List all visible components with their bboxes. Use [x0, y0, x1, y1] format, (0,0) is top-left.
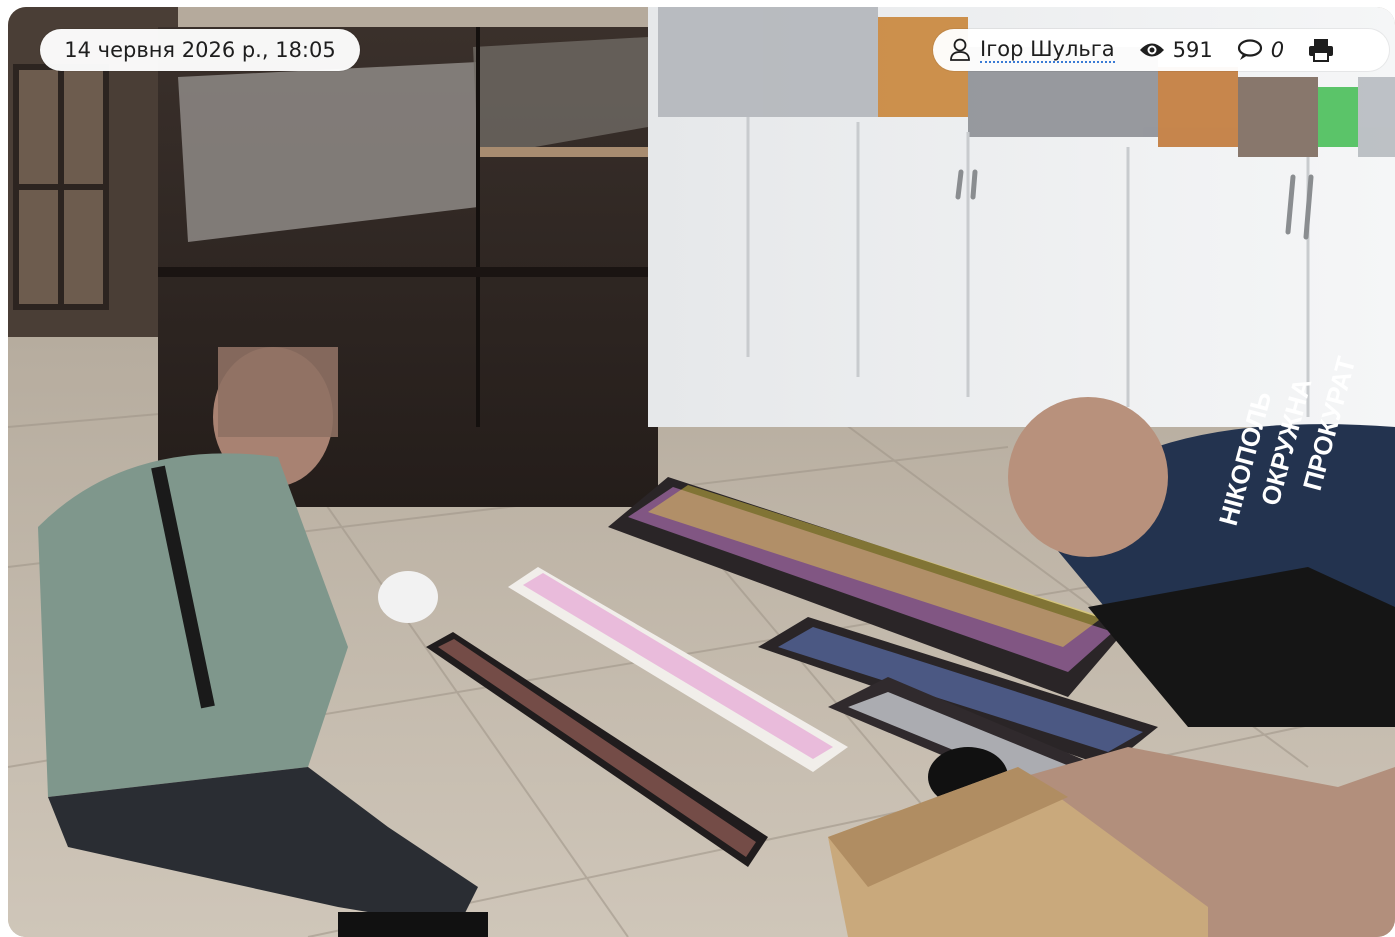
author-block: Ігор Шульга: [949, 37, 1115, 63]
post-meta-bar: Ігор Шульга 591 0: [933, 29, 1389, 71]
post-date: 14 червня 2026 р., 18:05: [64, 38, 336, 62]
print-icon[interactable]: [1308, 38, 1334, 62]
author-link[interactable]: Ігор Шульга: [980, 37, 1115, 63]
photo-scene: НІКОПОЛЬ ОКРУЖНА ПРОКУРАТ: [8, 7, 1395, 937]
article-photo: НІКОПОЛЬ ОКРУЖНА ПРОКУРАТ 14 червня 2026…: [8, 7, 1395, 937]
views-count: 591: [1172, 38, 1213, 62]
comment-icon: [1237, 39, 1263, 61]
user-icon: [949, 38, 971, 62]
eye-icon: [1139, 41, 1165, 59]
comments-block[interactable]: 0: [1237, 38, 1284, 62]
post-date-badge: 14 червня 2026 р., 18:05: [40, 29, 360, 71]
views-block: 591: [1139, 38, 1213, 62]
comments-count: 0: [1270, 38, 1285, 62]
